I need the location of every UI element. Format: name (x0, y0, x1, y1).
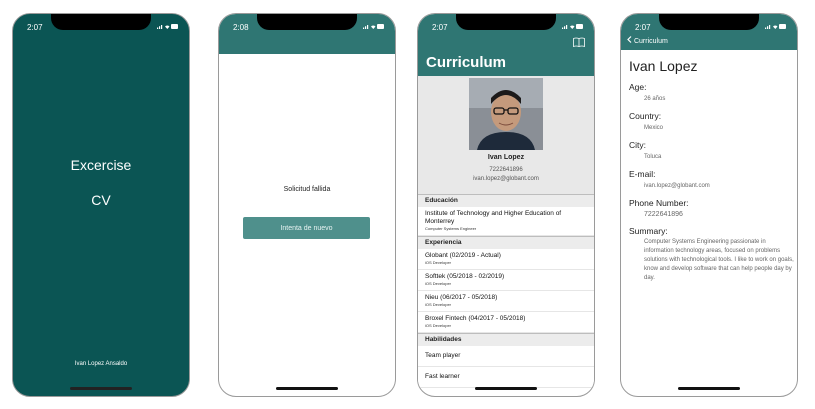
signal-wifi-battery-icon (157, 23, 179, 32)
notch (51, 14, 151, 30)
item-title: Institute of Technology and Higher Educa… (425, 210, 562, 225)
profile-name: Ivan Lopez (487, 154, 525, 161)
age-value: 26 años (644, 96, 666, 102)
age-label: Age: (629, 82, 647, 92)
item-subtitle: iOS Developer (425, 302, 452, 307)
item-subtitle: iOS Developer (425, 323, 452, 328)
signal-wifi-battery-icon (363, 23, 385, 32)
detail-screen: Curriculum 2:07 Ivan Lopez Age: 26 años … (620, 13, 798, 397)
item-title: Team player (425, 352, 461, 359)
email-value: ivan.lopez@globant.com (644, 183, 710, 189)
list-item[interactable]: Globant (02/2019 - Actual) iOS Developer (418, 249, 594, 270)
curriculum-list[interactable]: Educación Institute of Technology and Hi… (418, 194, 594, 388)
item-title: Fast learner (425, 373, 460, 380)
status-time: 2:07 (27, 23, 43, 32)
retry-button[interactable]: Intenta de nuevo (243, 217, 370, 239)
profile-email: ivan.lopez@globant.com (473, 176, 539, 182)
profile-photo (469, 78, 543, 150)
status-time: 2:07 (432, 23, 448, 32)
list-item[interactable]: Nieu (06/2017 - 05/2018) iOS Developer (418, 291, 594, 312)
home-indicator[interactable] (70, 387, 132, 390)
item-title: Broxel Fintech (04/2017 - 05/2018) (425, 315, 526, 322)
splash-screen: 2:07 Excercise CV Ivan Lopez Ansaldo (12, 13, 190, 397)
email-label: E-mail: (629, 169, 656, 179)
curriculum-screen: Curriculum 2:07 Ivan Lopez 7222641896 iv… (417, 13, 595, 397)
status-time: 2:07 (635, 23, 651, 32)
status-time: 2:08 (233, 23, 249, 32)
section-header-education: Educación (418, 194, 594, 207)
detail-name: Ivan Lopez (629, 58, 698, 74)
splash-title: Excercise (70, 157, 132, 173)
section-header-skills: Habilidades (418, 333, 594, 346)
home-indicator[interactable] (475, 387, 537, 390)
item-title: Globant (02/2019 - Actual) (425, 252, 501, 259)
city-label: City: (629, 140, 646, 150)
splash-author: Ivan Lopez Ansaldo (74, 361, 128, 367)
phone-value: 7222641896 (644, 211, 683, 218)
section-header-experience: Experiencia (418, 236, 594, 249)
notch (659, 14, 759, 30)
city-value: Toluca (644, 154, 662, 160)
list-item[interactable]: Softtek (05/2018 - 02/2019) iOS Develope… (418, 270, 594, 291)
splash-subtitle: CV (91, 192, 111, 208)
item-subtitle: iOS Developer (425, 260, 452, 265)
item-subtitle: Computer Systems Engineer (425, 226, 477, 231)
home-indicator[interactable] (678, 387, 740, 390)
list-item[interactable]: Team player (418, 346, 594, 367)
item-title: Nieu (06/2017 - 05/2018) (425, 294, 498, 301)
profile-header: Ivan Lopez 7222641896 ivan.lopez@globant… (418, 76, 594, 194)
phone-label: Phone Number: (629, 198, 689, 208)
list-item[interactable]: Institute of Technology and Higher Educa… (418, 207, 594, 236)
page-title: Curriculum (426, 54, 507, 71)
country-label: Country: (629, 111, 662, 121)
summary-label: Summary: (629, 226, 668, 236)
error-message: Solicitud fallida (283, 186, 331, 193)
list-item[interactable]: Fast learner (418, 367, 594, 388)
item-title: Softtek (05/2018 - 02/2019) (425, 273, 505, 280)
item-subtitle: iOS Developer (425, 281, 452, 286)
error-screen: 2:08 Solicitud fallida Intenta de nuevo (218, 13, 396, 397)
signal-wifi-battery-icon (765, 23, 787, 32)
notch (456, 14, 556, 30)
summary-text: Computer Systems Engineering passionate … (644, 239, 794, 281)
notch (257, 14, 357, 30)
list-item[interactable]: Broxel Fintech (04/2017 - 05/2018) iOS D… (418, 312, 594, 333)
signal-wifi-battery-icon (562, 23, 584, 32)
profile-phone: 7222641896 (489, 167, 523, 173)
country-value: Mexico (644, 125, 664, 131)
home-indicator[interactable] (276, 387, 338, 390)
